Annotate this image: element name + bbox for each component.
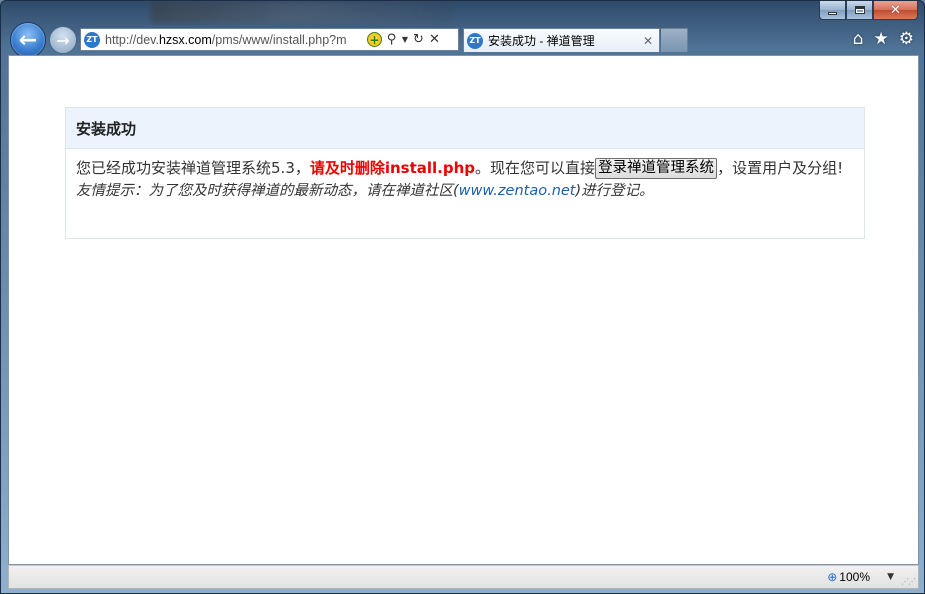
chevron-down-icon[interactable]: ▼ [401,35,409,44]
maximize-button[interactable] [846,1,873,20]
message-post: ，设置用户及分组! [717,159,844,177]
browser-window: ✕ ← → ZT http://dev.hzsx.com/pms/www/ins… [0,0,925,594]
refresh-icon[interactable]: ↻ [412,32,425,47]
tab-close-icon[interactable]: ✕ [643,34,653,48]
close-window-button[interactable]: ✕ [873,1,918,20]
url-input[interactable]: http://dev.hzsx.com/pms/www/install.php?… [105,33,363,47]
address-bar[interactable]: ZT http://dev.hzsx.com/pms/www/install.p… [80,28,459,51]
register-tip: 友情提示：为了您及时获得禅道的最新动态，请在禅道社区(www.zentao.ne… [76,180,854,203]
zoom-icon: ⊕ [827,570,838,584]
success-message: 您已经成功安装禅道管理系统5.3，请及时删除install.php。现在您可以直… [76,157,854,180]
page-viewport: 安装成功 您已经成功安装禅道管理系统5.3，请及时删除install.php。现… [8,55,919,565]
home-icon[interactable]: ⌂ [853,29,864,49]
titlebar [151,1,451,23]
forward-button[interactable]: → [49,26,77,54]
maximize-icon [854,6,865,14]
gear-icon[interactable]: ⚙ [899,29,914,49]
back-button[interactable]: ← [10,22,46,58]
star-icon[interactable]: ★ [874,29,889,49]
new-tab-button[interactable] [661,28,688,52]
minimize-icon [828,11,837,15]
address-bar-icons: + ⚲ ▼ ↻ ✕ [367,32,441,47]
resize-grip-icon[interactable]: ⋰⋰ [901,577,916,586]
browser-toolbar: ⌂ ★ ⚙ [853,29,914,49]
zoom-control[interactable]: ⊕ 100% [827,570,870,584]
tip-post: )进行登记。 [575,183,654,199]
search-icon[interactable]: ⚲ [385,32,398,47]
panel-body: 您已经成功安装禅道管理系统5.3，请及时删除install.php。现在您可以直… [66,149,864,203]
forward-arrow-icon: → [56,30,70,50]
close-icon: ✕ [890,2,901,18]
tab-title: 安装成功 - 禅道管理 [488,34,595,48]
status-bar: ⊕ 100% ▼ ⋰⋰ [8,565,919,589]
stop-icon[interactable]: ✕ [428,32,441,47]
url-host: hzsx.com [158,32,212,47]
minimize-button[interactable] [819,1,846,20]
tab-favicon-icon: ZT [467,32,483,49]
back-arrow-icon: ← [18,27,38,53]
message-mid: 。现在您可以直接 [475,159,596,177]
zentao-link[interactable]: www.zentao.net [459,183,576,199]
panel-heading: 安装成功 [66,108,864,149]
window-controls: ✕ [819,1,918,21]
install-result-panel: 安装成功 您已经成功安装禅道管理系统5.3，请及时删除install.php。现… [65,107,865,239]
tab-install-success[interactable]: ZT 安装成功 - 禅道管理 ✕ [463,28,660,52]
tip-pre: 友情提示：为了您及时获得禅道的最新动态，请在禅道社区( [76,183,459,199]
zoom-dropdown-icon[interactable]: ▼ [887,572,894,582]
login-button[interactable]: 登录禅道管理系统 [595,158,718,179]
message-pre: 您已经成功安装禅道管理系统5.3， [76,159,310,177]
site-favicon-icon: ZT [84,31,100,48]
compatibility-view-icon[interactable]: + [367,32,382,47]
zoom-level: 100% [839,570,870,584]
url-path: /pms/www/install.php?m [211,32,347,47]
delete-warning: 请及时删除install.php [309,159,476,177]
url-prefix: http://dev. [105,32,159,47]
